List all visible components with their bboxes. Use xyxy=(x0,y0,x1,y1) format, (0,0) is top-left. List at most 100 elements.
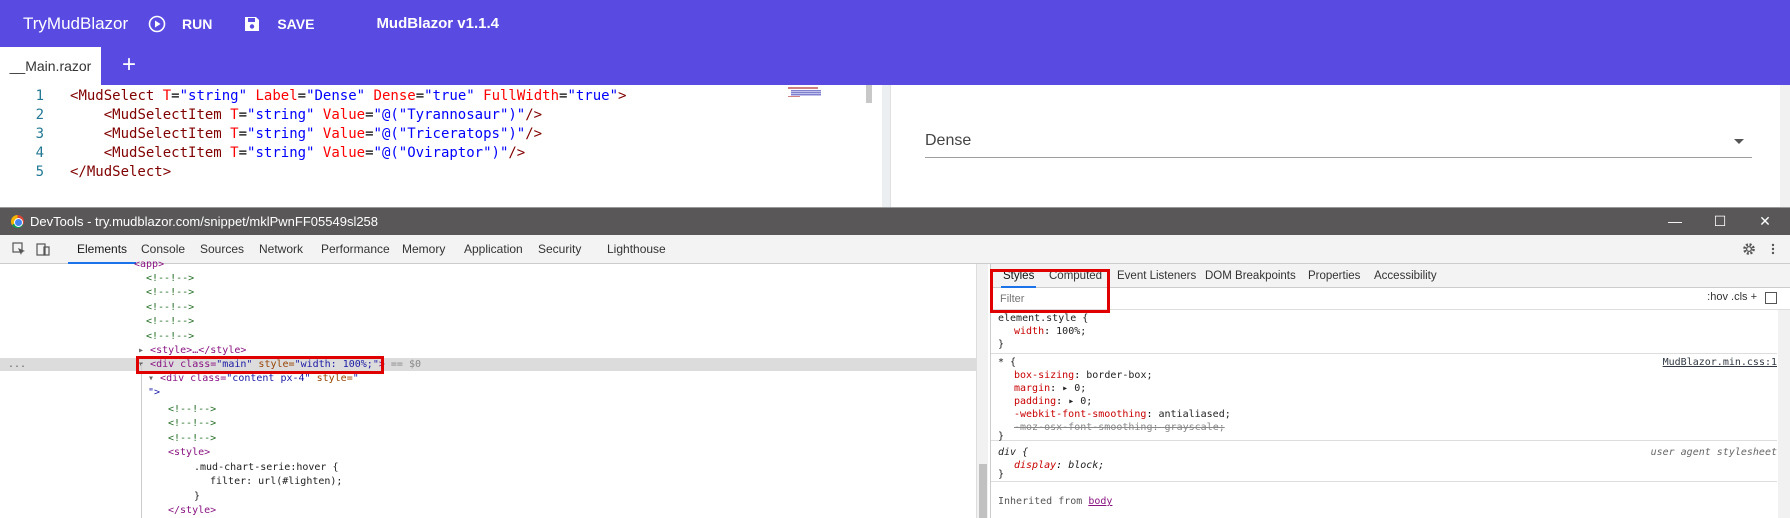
line-number: 4 xyxy=(35,145,44,161)
dropdown-arrow-icon xyxy=(1734,139,1744,144)
rule-declaration-overridden[interactable]: -moz-osx-font-smoothing: grayscale; xyxy=(1014,421,1225,434)
dom-text: " xyxy=(352,373,359,384)
tab-dom-breakpoints[interactable]: DOM Breakpoints xyxy=(1205,264,1296,288)
code-token: Label xyxy=(255,88,298,104)
prop-value: antialiased; xyxy=(1158,409,1231,420)
rule-element-style[interactable]: element.style { width: 100%; } xyxy=(991,310,1777,354)
maximize-icon[interactable]: ☐ xyxy=(1697,208,1743,235)
code-token: "string" xyxy=(179,88,248,104)
code-token: "Dense" xyxy=(306,88,366,104)
devtools-titlebar: DevTools - try.mudblazor.com/snippet/mkl… xyxy=(0,208,1790,235)
code-token: > xyxy=(618,88,627,104)
prop-name: -webkit-font-smoothing xyxy=(1014,409,1147,420)
close-icon[interactable]: ✕ xyxy=(1742,208,1788,235)
line-number: 5 xyxy=(35,164,44,180)
devtools-window: DevTools - try.mudblazor.com/snippet/mkl… xyxy=(0,207,1790,518)
rule-declaration[interactable]: width: 100%; xyxy=(1014,325,1086,338)
code-token: T xyxy=(162,88,172,104)
devtools-title: DevTools - try.mudblazor.com/snippet/mkl… xyxy=(30,214,379,229)
dom-text: <div class= xyxy=(160,373,227,384)
rule-declaration: display: block; xyxy=(1014,460,1105,471)
device-toolbar-icon[interactable] xyxy=(36,242,50,256)
code-token: /> xyxy=(525,107,543,123)
save-icon xyxy=(243,15,261,33)
elements-dom-tree[interactable]: <app> <!--!--> <!--!--> <!--!--> <!--!--… xyxy=(0,259,988,518)
dom-text: == $0 xyxy=(384,359,422,370)
prop-name: width xyxy=(1014,326,1045,337)
brand-title[interactable]: TryMudBlazor xyxy=(23,14,144,34)
sidebar-toggle-icon[interactable] xyxy=(1765,292,1777,304)
code-text: <MudSelectItem T="string" Value="@("Tric… xyxy=(103,126,543,142)
code-token: MudSelectItem xyxy=(112,126,222,142)
tab-event-listeners[interactable]: Event Listeners xyxy=(1117,264,1196,288)
rule-universal[interactable]: * { MudBlazor.min.css:1 box-sizing: bord… xyxy=(991,354,1777,442)
line-number: 1 xyxy=(35,88,44,104)
prop-value: ▸ 0; xyxy=(1062,383,1087,394)
dom-scroll-thumb[interactable] xyxy=(979,464,987,518)
rule-declaration[interactable]: margin: ▸ 0; xyxy=(1014,382,1086,395)
rule-selector: div { xyxy=(998,447,1029,458)
styles-scrollbar[interactable] xyxy=(1778,310,1790,518)
dom-text: <app> xyxy=(134,259,165,270)
save-button[interactable]: SAVE xyxy=(243,0,314,47)
code-text: </MudSelect> xyxy=(70,164,172,180)
editor-minimap[interactable] xyxy=(788,85,842,97)
code-token: /> xyxy=(525,126,543,142)
prop-value: block; xyxy=(1068,460,1105,471)
tab-accessibility[interactable]: Accessibility xyxy=(1374,264,1437,288)
prop-name: -moz-osx-font-smoothing xyxy=(1014,422,1153,433)
pane-splitter[interactable] xyxy=(882,85,890,207)
editor-line: 5 </MudSelect> xyxy=(0,161,870,183)
inherited-header: Inherited from body xyxy=(998,496,1112,507)
code-token: "string" xyxy=(247,126,315,142)
dense-select[interactable]: Dense xyxy=(925,127,1752,158)
rule-source-link[interactable]: MudBlazor.min.css:1 xyxy=(1663,357,1777,368)
dom-text: <style>…</style> xyxy=(150,345,247,356)
tab-elements[interactable]: Elements xyxy=(68,235,137,264)
rule-declaration[interactable]: -webkit-font-smoothing: antialiased; xyxy=(1014,408,1231,421)
code-token: /> xyxy=(508,145,526,161)
code-token: Value xyxy=(322,145,366,161)
code-editor[interactable]: 1 <MudSelect T="string" Label="Dense" De… xyxy=(0,85,880,207)
tab-main-razor[interactable]: __Main.razor xyxy=(0,47,101,85)
rule-selector: * { xyxy=(998,357,1017,368)
play-icon xyxy=(148,15,166,33)
filter-toggles[interactable]: :hov .cls + xyxy=(1707,291,1757,303)
tab-properties[interactable]: Properties xyxy=(1308,264,1360,288)
more-options-icon[interactable] xyxy=(1766,242,1780,256)
minimize-icon[interactable]: — xyxy=(1652,208,1698,235)
rule-div[interactable]: div { user agent stylesheet display: blo… xyxy=(991,444,1777,482)
code-token: "@("Tyrannosaur")" xyxy=(373,107,526,123)
indent-guide xyxy=(141,364,142,518)
inherited-label: Inherited from xyxy=(998,496,1089,507)
code-text: <MudSelectItem T="string" Value="@("Tyra… xyxy=(103,107,543,123)
prop-value: grayscale; xyxy=(1164,422,1225,433)
styles-pane: Styles Computed Event Listeners DOM Brea… xyxy=(990,264,1790,518)
add-tab-icon[interactable]: + xyxy=(118,53,140,77)
code-token: "string" xyxy=(247,107,315,123)
dom-text: style= xyxy=(310,373,353,384)
line-number: 2 xyxy=(35,107,44,123)
dom-node[interactable]: <app> xyxy=(134,258,1110,271)
code-token: "string" xyxy=(247,145,315,161)
preview-scrollbar[interactable] xyxy=(1780,85,1790,207)
settings-gear-icon[interactable] xyxy=(1742,242,1756,256)
code-token: Value xyxy=(322,126,366,142)
styles-tabbar: Styles Computed Event Listeners DOM Brea… xyxy=(991,264,1790,288)
code-token: MudSelect xyxy=(78,88,155,104)
inspect-icon[interactable] xyxy=(12,242,26,256)
run-button[interactable]: RUN xyxy=(148,0,212,47)
code-token: Value xyxy=(322,107,366,123)
code-token: MudSelectItem xyxy=(112,107,222,123)
rule-source: user agent stylesheet xyxy=(1650,447,1777,458)
select-label: Dense xyxy=(925,132,972,149)
editor-scrollbar[interactable] xyxy=(866,85,872,103)
dom-scrollbar[interactable] xyxy=(976,264,988,518)
inherited-node-link[interactable]: body xyxy=(1088,496,1112,507)
line-number: 3 xyxy=(35,126,44,142)
prop-name: padding xyxy=(1014,396,1057,407)
rule-declaration[interactable]: padding: ▸ 0; xyxy=(1014,395,1092,408)
rule-declaration[interactable]: box-sizing: border-box; xyxy=(1014,369,1153,382)
code-token: "@("Triceratops")" xyxy=(373,126,526,142)
code-token: T xyxy=(230,107,239,123)
